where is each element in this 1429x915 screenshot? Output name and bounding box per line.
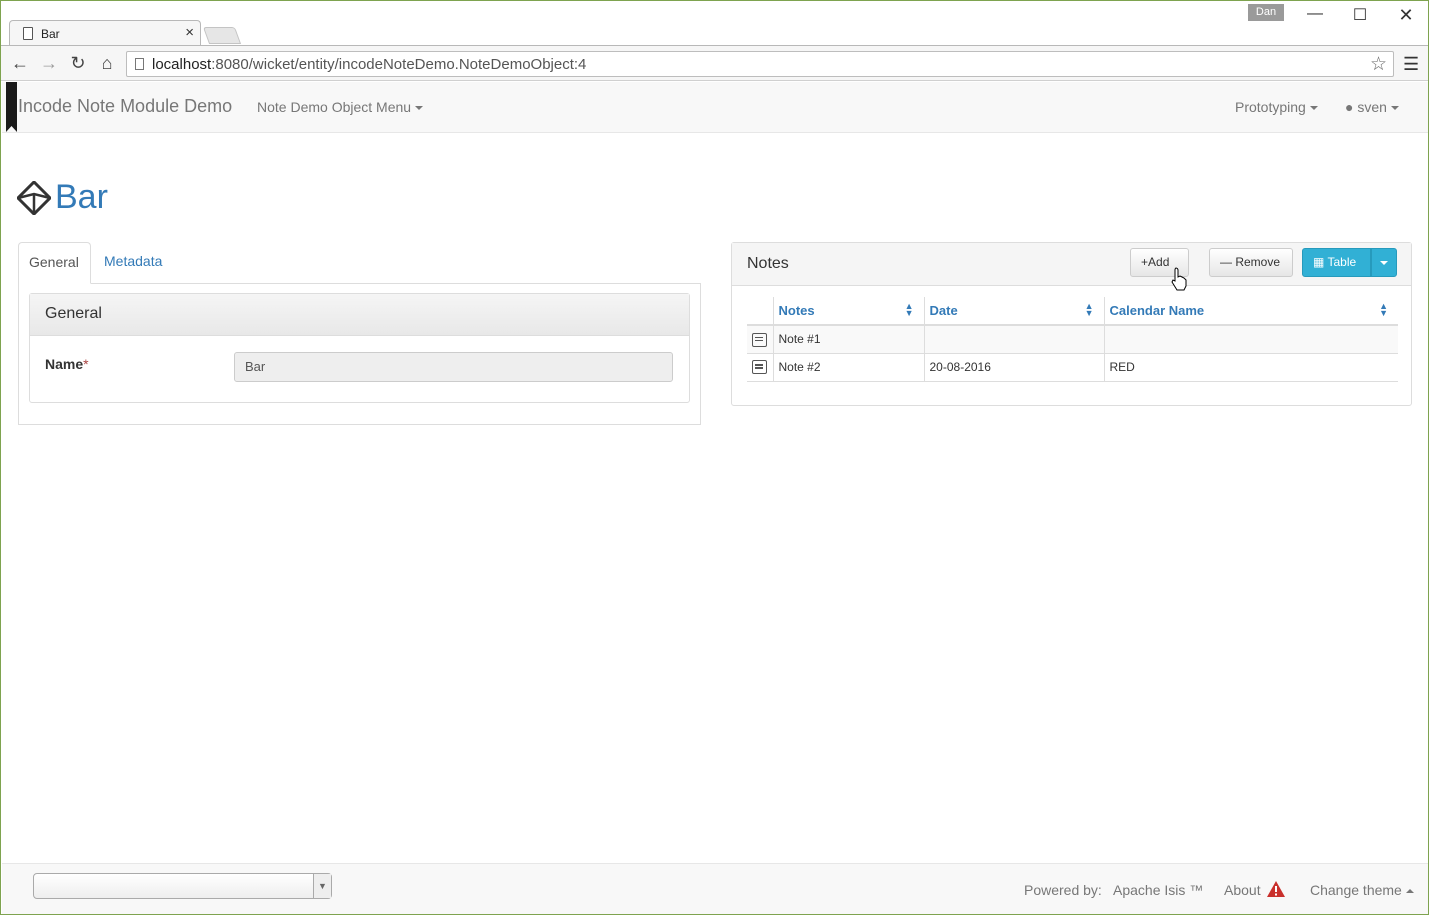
icon-column-header <box>747 297 773 326</box>
prototyping-menu[interactable]: Prototyping <box>1235 99 1318 115</box>
warning-icon[interactable] <box>1266 880 1286 898</box>
name-label: Name* <box>45 356 89 372</box>
mouse-cursor-icon <box>1171 267 1187 291</box>
user-menu[interactable]: ● sven <box>1345 99 1399 115</box>
select-arrow-icon[interactable]: ▼ <box>313 874 331 898</box>
remove-button-label: Remove <box>1235 255 1281 269</box>
note-cell[interactable]: Note #2 <box>772 353 924 382</box>
maximize-icon[interactable]: ☐ <box>1345 5 1375 25</box>
browser-tab[interactable]: Bar × <box>9 20 201 46</box>
tab-metadata[interactable]: Metadata <box>94 242 172 284</box>
row-icon-cell[interactable] <box>747 353 773 382</box>
fieldset-title: General <box>30 294 689 336</box>
tab-body: General Name* Bar <box>18 283 701 425</box>
caret-down-icon <box>1380 260 1388 265</box>
note-icon[interactable] <box>752 360 768 375</box>
general-fieldset: General Name* Bar <box>29 293 690 403</box>
new-tab-button[interactable] <box>202 27 242 44</box>
star-icon[interactable]: ☆ <box>1370 53 1387 76</box>
notes-panel-title: Notes <box>747 255 789 272</box>
address-bar[interactable]: localhost:8080/wicket/entity/incodeNoteD… <box>126 51 1394 77</box>
browser-tab-title: Bar <box>41 27 60 41</box>
table-view-button[interactable]: ▦ Table <box>1302 248 1371 277</box>
note-icon[interactable] <box>752 332 768 347</box>
caret-down-icon <box>415 106 424 111</box>
name-field[interactable]: Bar <box>234 352 673 382</box>
theme-select[interactable]: ▼ <box>33 873 332 899</box>
table-icon: ▦ <box>1313 255 1328 269</box>
sort-icon[interactable]: ▲ ▼ <box>1379 302 1388 318</box>
table-header-row: Notes ▲ ▼ Date ▲ ▼ Calendar Name ▲ ▼ <box>747 297 1398 326</box>
apache-isis-link[interactable]: Apache Isis ™ <box>1113 882 1203 898</box>
caret-up-icon <box>1405 889 1414 894</box>
url-host: localhost <box>152 56 212 73</box>
caret-down-icon <box>1309 106 1318 111</box>
calendar-column-header[interactable]: Calendar Name ▲ ▼ <box>1103 297 1398 326</box>
notes-column-header[interactable]: Notes ▲ ▼ <box>772 297 924 326</box>
cube-icon <box>17 181 51 215</box>
notes-column-label: Notes <box>778 303 815 318</box>
prototyping-menu-label: Prototyping <box>1235 99 1306 115</box>
page-icon <box>135 58 144 70</box>
notes-panel: Notes +Add — Remove ▦ Table Notes ▲ ▼ Date… <box>731 242 1412 406</box>
footer: ▼ Powered by: Apache Isis ™ About Change… <box>2 863 1428 914</box>
tab-strip: Bar × Dan — ☐ ✕ <box>1 1 1428 46</box>
browser-window: Bar × Dan — ☐ ✕ ← → ↻ ⌂ localhost:8080/w… <box>0 0 1429 915</box>
minimize-icon[interactable]: — <box>1300 5 1330 23</box>
add-button-label: Add <box>1148 255 1170 269</box>
url-path: :8080/wicket/entity/incodeNoteDemo.NoteD… <box>211 56 587 73</box>
reload-icon[interactable]: ↻ <box>67 53 89 73</box>
forward-icon[interactable]: → <box>38 53 60 73</box>
calendar-column-label: Calendar Name <box>1109 303 1205 318</box>
tab-general[interactable]: General <box>18 242 91 284</box>
bookmark-icon[interactable] <box>6 82 17 132</box>
profile-badge[interactable]: Dan <box>1248 4 1284 21</box>
entity-tabs: General Metadata <box>18 242 701 284</box>
close-icon[interactable]: × <box>185 24 194 41</box>
minus-icon: — <box>1220 255 1236 269</box>
remove-button[interactable]: — Remove <box>1209 248 1293 277</box>
sort-icon[interactable]: ▲ ▼ <box>1085 302 1094 318</box>
row-icon-cell[interactable] <box>747 325 773 354</box>
calendar-cell: RED <box>1103 353 1398 382</box>
note-cell[interactable]: Note #1 <box>772 325 924 354</box>
plus-icon: + <box>1141 255 1149 269</box>
caret-down-icon <box>1390 106 1399 111</box>
date-column-label: Date <box>929 303 958 318</box>
note-demo-object-menu[interactable]: Note Demo Object Menu <box>257 99 424 115</box>
view-toggle-dropdown[interactable] <box>1371 248 1397 277</box>
menu-icon[interactable]: ☰ <box>1403 54 1419 75</box>
powered-by-label: Powered by: <box>1024 882 1102 898</box>
date-column-header[interactable]: Date ▲ ▼ <box>923 297 1104 326</box>
required-mark: * <box>83 356 89 372</box>
back-icon[interactable]: ← <box>9 53 31 73</box>
window-close-icon[interactable]: ✕ <box>1391 5 1421 26</box>
note-demo-object-menu-label: Note Demo Object Menu <box>257 99 412 115</box>
table-view-label: Table <box>1327 255 1357 269</box>
url-text[interactable]: localhost:8080/wicket/entity/incodeNoteD… <box>152 56 586 73</box>
browser-toolbar: ← → ↻ ⌂ localhost:8080/wicket/entity/inc… <box>1 45 1428 81</box>
name-label-text: Name <box>45 356 84 372</box>
app-navbar: Incode Note Module Demo Note Demo Object… <box>2 82 1428 133</box>
change-theme-menu[interactable]: Change theme <box>1310 882 1414 898</box>
calendar-cell <box>1103 325 1398 354</box>
sort-icon[interactable]: ▲ ▼ <box>905 302 914 318</box>
user-menu-label: sven <box>1357 99 1387 115</box>
about-link[interactable]: About <box>1224 882 1261 898</box>
date-cell <box>923 325 1104 354</box>
page-title: Bar <box>55 178 108 216</box>
date-cell: 20-08-2016 <box>923 353 1104 382</box>
brand-link[interactable]: Incode Note Module Demo <box>18 96 232 117</box>
change-theme-label: Change theme <box>1310 882 1402 898</box>
page-icon <box>23 27 33 40</box>
user-icon: ● <box>1345 99 1358 115</box>
notes-table: Notes ▲ ▼ Date ▲ ▼ Calendar Name ▲ ▼ Note #1 N… <box>747 297 1398 382</box>
table-row[interactable]: Note #1 <box>747 325 1398 354</box>
home-icon[interactable]: ⌂ <box>96 53 118 73</box>
table-row[interactable]: Note #2 20-08-2016 RED <box>747 353 1398 382</box>
notes-panel-header: Notes +Add — Remove ▦ Table <box>732 243 1411 286</box>
